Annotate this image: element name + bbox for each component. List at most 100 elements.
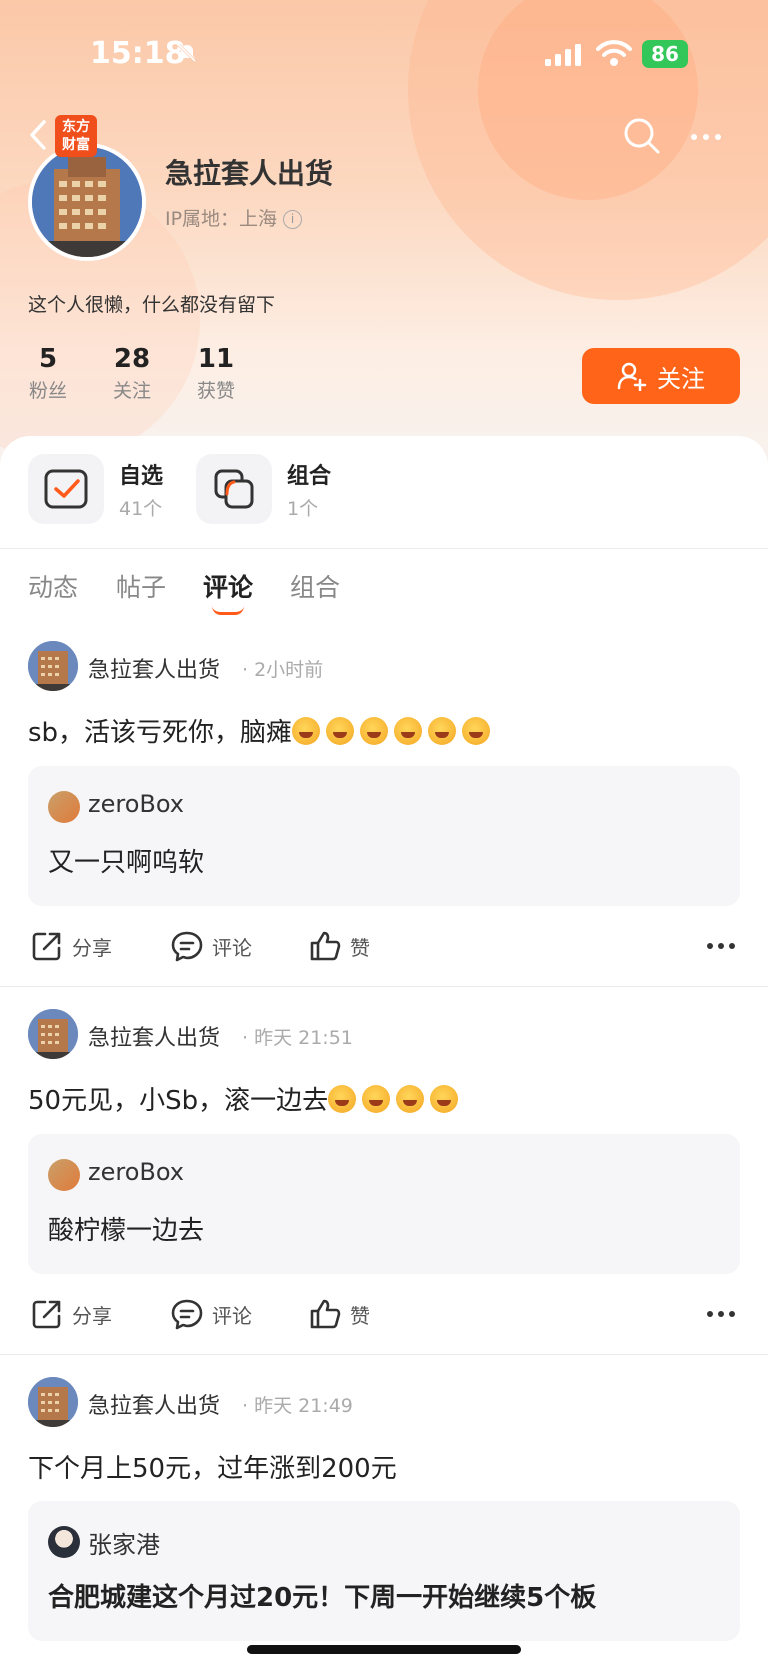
stat-number: 5 [38,344,58,374]
share-button[interactable]: 分享 [30,1297,112,1331]
stat-label: 获赞 [196,380,235,402]
quoted-comment[interactable]: 张家港 合肥城建这个月过20元！下周一开始继续5个板 [28,1501,740,1641]
emoji-icon [428,717,457,745]
follow-button[interactable]: 关注 [582,348,740,404]
emoji-icon [394,717,423,745]
watchlist-count: 41个 [119,498,163,520]
battery-level: 86 [651,42,679,66]
emoji-icon [326,717,355,745]
post-text-content: sb，活该亏死你，脑瘫 [28,718,293,748]
building-avatar-image [28,1377,78,1427]
post-avatar[interactable] [28,1377,78,1427]
comment-label: 评论 [212,935,252,960]
quote-text: 酸柠檬一边去 [48,1216,205,1246]
share-label: 分享 [72,935,112,960]
stat-label: 关注 [112,380,151,402]
post-time: · 昨天 21:51 [242,1027,353,1049]
info-icon[interactable]: i [283,210,303,229]
back-arrow-icon[interactable] [22,118,56,152]
ip-location-text: IP属地：上海 [165,208,278,230]
quote-author[interactable]: 张家港 [88,1525,160,1560]
portfolio-title[interactable]: 组合 [287,458,331,490]
status-bar: 15:18 86 [0,30,768,80]
tab-activity[interactable]: 动态 [28,568,78,604]
app-logo-badge: 东方财富 [55,115,97,157]
stat-number: 28 [113,344,151,374]
more-dots-icon[interactable] [706,1309,736,1319]
divider [0,1354,768,1355]
post-text: 50元见，小Sb，滚一边去 [28,1080,464,1117]
emoji-icon [292,717,321,745]
share-button[interactable]: 分享 [30,929,112,963]
quote-author[interactable]: zeroBox [88,790,184,818]
quote-avatar[interactable] [48,791,80,823]
stat-followers[interactable]: 5 粉丝 [13,344,83,403]
watchlist-title[interactable]: 自选 [119,458,163,490]
building-avatar-image [28,1009,78,1059]
share-label: 分享 [72,1303,112,1328]
quote-avatar[interactable] [48,1526,80,1558]
building-avatar-image [28,641,78,691]
post-text: sb，活该亏死你，脑瘫 [28,712,496,749]
portfolio-icon [214,469,254,509]
post-text: 下个月上50元，过年涨到200元 [28,1454,397,1484]
share-icon [32,1300,61,1329]
post-author[interactable]: 急拉套人出货 [88,1388,220,1420]
emoji-icon [360,717,389,745]
emoji-icon [396,1085,425,1113]
like-button[interactable]: 赞 [308,1297,370,1331]
stat-following[interactable]: 28 关注 [97,344,167,403]
portfolio-tile[interactable] [196,454,272,524]
post-avatar[interactable] [28,1009,78,1059]
tab-portfolio[interactable]: 组合 [290,568,340,604]
quoted-comment[interactable]: zeroBox 酸柠檬一边去 [28,1134,740,1274]
profile-avatar[interactable] [28,143,146,261]
post-avatar[interactable] [28,641,78,691]
post-author[interactable]: 急拉套人出货 [88,652,220,684]
quote-text: 合肥城建这个月过20元！下周一开始继续5个板 [48,1583,597,1613]
portfolio-count: 1个 [287,498,319,520]
stat-likes[interactable]: 11 获赞 [181,344,251,403]
post-text-content: 50元见，小Sb，滚一边去 [28,1086,329,1116]
quote-author[interactable]: zeroBox [88,1158,184,1186]
tab-posts[interactable]: 帖子 [116,568,166,604]
more-dots-icon[interactable] [706,941,736,951]
more-options-icon[interactable] [686,122,726,152]
follow-button-label: 关注 [657,364,705,393]
thumbs-up-icon [310,931,341,961]
search-icon[interactable] [622,116,662,156]
ip-location: IP属地：上海 i [165,204,303,231]
comment-button[interactable]: 评论 [170,1297,252,1331]
emoji-icon [328,1085,357,1113]
quote-avatar[interactable] [48,1159,80,1191]
home-indicator[interactable] [247,1645,521,1654]
silent-bell-icon [177,43,197,63]
active-tab-indicator [212,606,244,615]
add-user-icon [617,362,647,391]
cell-signal-icon [545,44,581,66]
divider [0,548,768,549]
quoted-comment[interactable]: zeroBox 又一只啊呜软 [28,766,740,906]
emoji-icon [462,717,491,745]
post-time: · 2小时前 [242,659,324,681]
emoji-icon [430,1085,459,1113]
like-label: 赞 [350,935,370,960]
like-button[interactable]: 赞 [308,929,370,963]
watchlist-tile[interactable] [28,454,104,524]
tab-comments[interactable]: 评论 [203,568,253,604]
comment-icon [171,931,203,962]
profile-bio: 这个人很懒，什么都没有留下 [28,294,276,316]
battery-indicator: 86 [642,40,688,68]
divider [0,986,768,987]
comment-icon [171,1299,203,1330]
profile-username: 急拉套人出货 [165,157,334,190]
app-logo-badge-text: 东方财富 [62,119,90,153]
comment-button[interactable]: 评论 [170,929,252,963]
status-time: 15:18 [90,36,186,71]
building-avatar-image [32,147,142,257]
watchlist-check-icon [44,469,88,509]
wifi-icon [596,40,632,66]
share-icon [32,932,61,961]
post-author[interactable]: 急拉套人出货 [88,1020,220,1052]
stat-number: 11 [197,344,235,374]
